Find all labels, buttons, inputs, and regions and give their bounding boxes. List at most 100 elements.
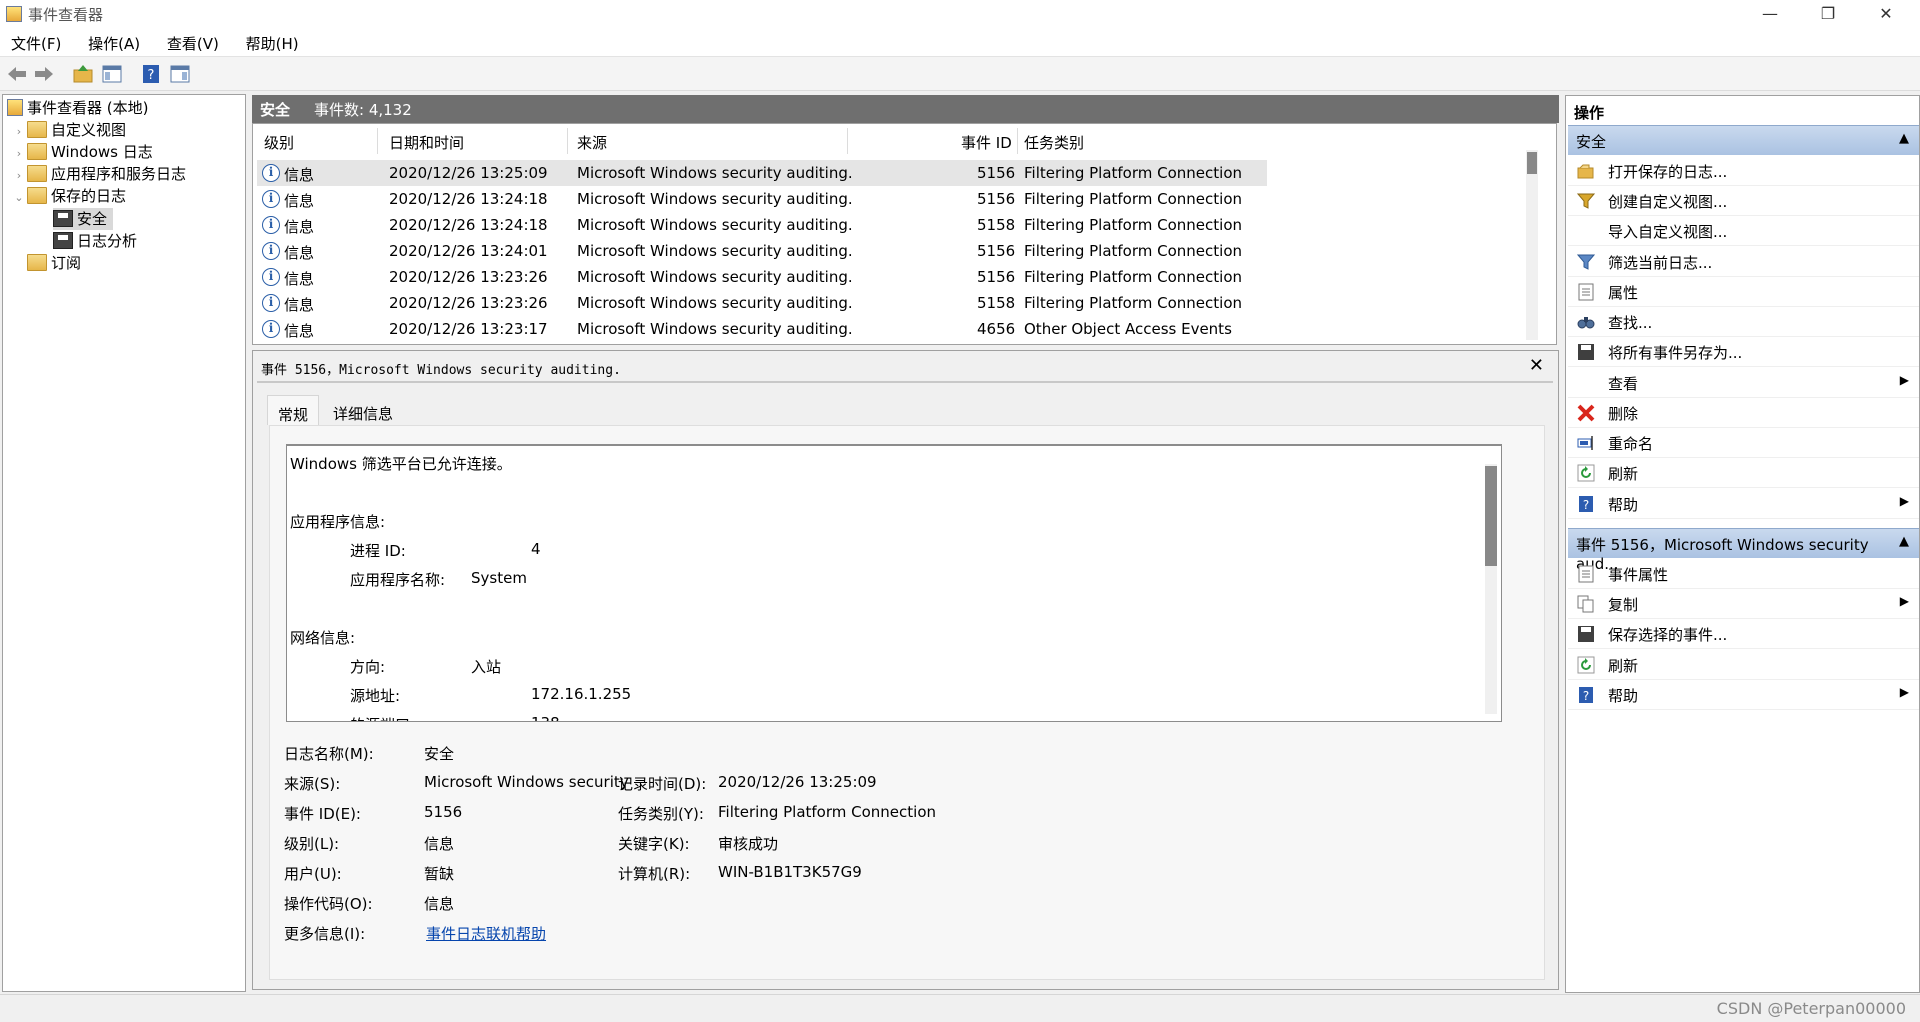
event-list-scrollbar[interactable] [1526, 150, 1538, 340]
close-details-button[interactable]: ✕ [1529, 355, 1544, 376]
table-row[interactable]: i 信息 2020/12/26 13:24:18 Microsoft Windo… [257, 212, 1267, 238]
column-divider[interactable] [847, 128, 848, 154]
scrollbar-thumb[interactable] [1527, 152, 1537, 174]
action-filter-current-log[interactable]: 筛选当前日志... [1568, 247, 1919, 277]
description-section-header: 网络信息: [290, 629, 356, 647]
column-header-level[interactable]: 级别 [264, 132, 294, 153]
action-refresh-event[interactable]: 刷新 [1568, 650, 1919, 680]
show-hide-tree-icon[interactable] [101, 63, 123, 85]
action-properties[interactable]: 属性 [1568, 277, 1919, 307]
menu-action[interactable]: 操作(A) [77, 29, 151, 57]
action-event-properties[interactable]: 事件属性 [1568, 559, 1919, 589]
chevron-down-icon[interactable]: ⌄ [11, 187, 27, 209]
help-icon[interactable]: ? [140, 63, 162, 85]
restore-button[interactable]: ❐ [1799, 0, 1857, 29]
column-header-source[interactable]: 来源 [577, 132, 607, 153]
description-scrollbar[interactable] [1485, 464, 1497, 714]
action-open-saved-log[interactable]: 打开保存的日志... [1568, 156, 1919, 186]
action-view-menu[interactable]: 查看 ▶ [1568, 368, 1919, 398]
back-arrow-icon[interactable] [6, 63, 28, 85]
collapse-up-icon[interactable]: ▲ [1899, 534, 1909, 549]
action-copy[interactable]: 复制 ▶ [1568, 589, 1919, 619]
table-row[interactable]: i 信息 2020/12/26 13:25:09 Microsoft Windo… [257, 160, 1267, 186]
action-group-security[interactable]: 安全 ▲ [1568, 125, 1919, 155]
chevron-right-icon[interactable]: › [11, 165, 27, 187]
row-task: Filtering Platform Connection [1024, 190, 1243, 208]
field-value-keywords: 审核成功 [718, 835, 779, 853]
chevron-right-icon[interactable]: › [11, 143, 27, 165]
tree-item-label: 保存的日志 [51, 187, 127, 205]
action-refresh[interactable]: 刷新 [1568, 458, 1919, 488]
chevron-right-icon[interactable]: › [11, 121, 27, 143]
log-header-bar: 安全 事件数: 4,132 [252, 95, 1559, 123]
column-header-event-id[interactable]: 事件 ID [961, 132, 1012, 153]
action-find[interactable]: 查找... [1568, 307, 1919, 337]
table-row[interactable]: i 信息 2020/12/26 13:23:26 Microsoft Windo… [257, 290, 1267, 316]
floppy-disk-icon [1578, 344, 1594, 360]
tab-details[interactable]: 详细信息 [323, 395, 403, 425]
collapse-up-icon[interactable]: ▲ [1899, 131, 1909, 146]
tree-item-custom-views[interactable]: › 自定义视图 [11, 119, 126, 141]
row-source: Microsoft Windows security auditing. [577, 242, 853, 260]
floppy-disk-icon [53, 210, 73, 227]
field-label-computer: 计算机(R): [618, 865, 691, 883]
column-divider[interactable] [1017, 128, 1018, 154]
table-row[interactable]: i 信息 2020/12/26 13:24:18 Microsoft Windo… [257, 186, 1267, 212]
floppy-disk-icon [53, 232, 73, 249]
action-help[interactable]: ? 帮助 ▶ [1568, 489, 1919, 519]
tree-item-app-service-logs[interactable]: › 应用程序和服务日志 [11, 163, 186, 185]
tree-item-log-analysis[interactable]: 日志分析 [53, 230, 137, 252]
scrollbar-thumb[interactable] [1485, 466, 1497, 566]
tree-item-label: 订阅 [51, 254, 82, 272]
minimize-button[interactable]: — [1741, 0, 1799, 29]
submenu-arrow-icon: ▶ [1899, 494, 1909, 508]
tree-item-security-log[interactable]: 安全 [53, 208, 114, 230]
action-rename[interactable]: 重命名 [1568, 428, 1919, 458]
field-value-log-name: 安全 [424, 745, 455, 763]
action-save-all-events-as[interactable]: 将所有事件另存为... [1568, 337, 1919, 367]
action-label: 创建自定义视图... [1608, 193, 1728, 211]
up-folder-icon[interactable] [72, 63, 94, 85]
column-divider[interactable] [567, 128, 568, 154]
action-label: 刷新 [1608, 465, 1639, 483]
actions-pane: 操作 安全 ▲ 打开保存的日志... 创建自定义视图... 导入自定义视图...… [1565, 95, 1920, 993]
info-icon: i [262, 242, 280, 260]
close-button[interactable]: ✕ [1857, 0, 1915, 29]
info-icon: i [262, 164, 280, 182]
row-datetime: 2020/12/26 13:23:26 [389, 294, 548, 312]
event-description-box[interactable]: Windows 筛选平台已允许连接。 应用程序信息: 进程 ID: 4 应用程序… [286, 444, 1502, 722]
action-delete[interactable]: 删除 [1568, 398, 1919, 428]
column-header-task-category[interactable]: 任务类别 [1024, 132, 1084, 153]
menu-help[interactable]: 帮助(H) [235, 29, 310, 57]
menu-file[interactable]: 文件(F) [0, 29, 72, 57]
action-create-custom-view[interactable]: 创建自定义视图... [1568, 186, 1919, 216]
table-row[interactable]: i 信息 2020/12/26 13:24:01 Microsoft Windo… [257, 238, 1267, 264]
help-icon: ? [1579, 687, 1593, 703]
tree-item-windows-logs[interactable]: › Windows 日志 [11, 141, 153, 163]
table-row[interactable]: i 信息 2020/12/26 13:23:26 Microsoft Windo… [257, 264, 1267, 290]
binoculars-icon [1577, 317, 1595, 329]
online-help-link[interactable]: 事件日志联机帮助 [426, 923, 546, 944]
action-save-selected-events[interactable]: 保存选择的事件... [1568, 619, 1919, 649]
tree-item-saved-logs[interactable]: ⌄ 保存的日志 [11, 185, 126, 207]
forward-arrow-icon[interactable] [33, 63, 55, 85]
table-row[interactable]: i 信息 2020/12/26 13:23:17 Microsoft Windo… [257, 316, 1267, 342]
column-header-datetime[interactable]: 日期和时间 [389, 132, 464, 153]
tab-general[interactable]: 常规 [267, 395, 320, 425]
field-value-task: Filtering Platform Connection [718, 803, 937, 821]
field-value-opcode: 信息 [424, 895, 455, 913]
show-action-pane-icon[interactable] [169, 63, 191, 85]
row-source: Microsoft Windows security auditing. [577, 320, 853, 338]
field-value-computer: WIN-B1B1T3K57G9 [718, 863, 862, 881]
menu-view[interactable]: 查看(V) [156, 29, 230, 57]
action-group-event[interactable]: 事件 5156，Microsoft Windows security aud..… [1568, 528, 1919, 573]
column-divider[interactable] [377, 128, 378, 154]
action-label: 删除 [1608, 405, 1639, 423]
tree-item-subscriptions[interactable]: 订阅 [27, 252, 81, 274]
field-label-keywords: 关键字(K): [618, 835, 690, 853]
action-label: 打开保存的日志... [1608, 163, 1728, 181]
action-import-custom-view[interactable]: 导入自定义视图... [1568, 216, 1919, 246]
row-task: Other Object Access Events [1024, 320, 1232, 338]
action-help-event[interactable]: ? 帮助 ▶ [1568, 680, 1919, 710]
tree-root-event-viewer[interactable]: 事件查看器 (本地) [7, 97, 148, 119]
